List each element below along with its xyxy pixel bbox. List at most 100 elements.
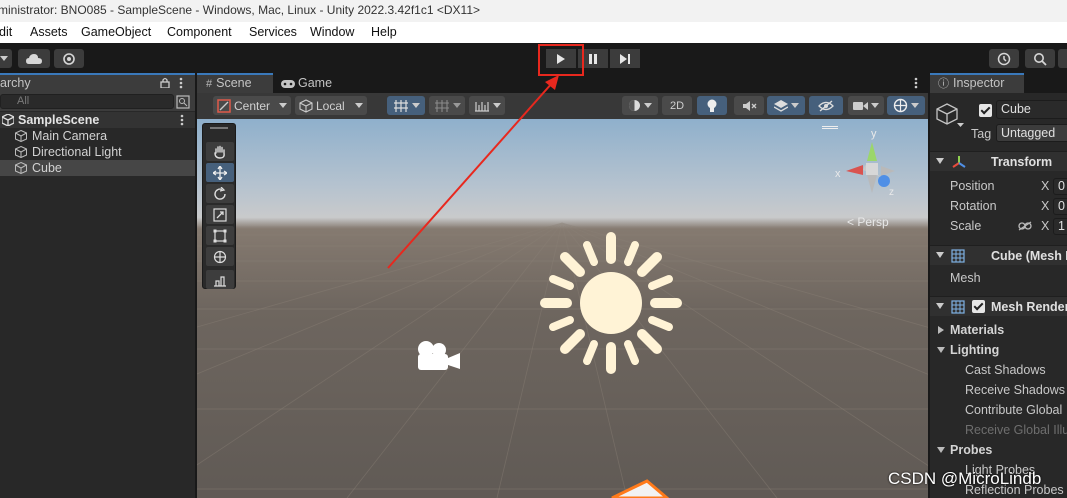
- scale-row: Scale X 1: [930, 216, 1067, 236]
- probes-label: Probes: [950, 443, 993, 457]
- main-camera-gizmo-icon[interactable]: [414, 338, 466, 374]
- panel-options-icon[interactable]: [914, 77, 918, 89]
- grid-snapping-toggle[interactable]: [387, 96, 425, 115]
- 2d-toggle[interactable]: 2D: [662, 96, 692, 115]
- custom-tool-button[interactable]: [206, 270, 234, 289]
- probes-foldout[interactable]: Probes: [930, 440, 1067, 460]
- receive-shadows-row[interactable]: Receive Shadows: [930, 380, 1067, 400]
- scene-viewport[interactable]: y x z < Persp: [197, 119, 928, 498]
- projection-label[interactable]: < Persp: [847, 215, 889, 229]
- pivot-mode-dropdown[interactable]: Center: [213, 96, 291, 115]
- collab-button[interactable]: [54, 49, 84, 68]
- chevron-down-icon: [937, 347, 945, 353]
- main-toolbar: [0, 43, 1067, 73]
- pause-button[interactable]: [578, 49, 608, 68]
- search-button[interactable]: [1025, 49, 1055, 68]
- step-button[interactable]: [610, 49, 640, 68]
- active-checkbox[interactable]: [979, 104, 992, 117]
- scale-tool-button[interactable]: [206, 205, 234, 224]
- directional-light-sun-icon[interactable]: [534, 226, 688, 380]
- scene-options-icon[interactable]: [180, 114, 184, 126]
- transform-tool-button[interactable]: [206, 247, 234, 266]
- rotate-tool-button[interactable]: [206, 184, 234, 203]
- chevron-down-icon: [911, 102, 919, 108]
- camera-settings-dropdown[interactable]: [848, 96, 884, 115]
- mesh-renderer-component-header[interactable]: Mesh Render: [930, 296, 1067, 316]
- draw-mode-dropdown[interactable]: [622, 96, 658, 115]
- menu-services[interactable]: Services: [249, 25, 297, 39]
- play-button[interactable]: [546, 49, 576, 68]
- contribute-gi-row[interactable]: Contribute Global: [930, 400, 1067, 420]
- menu-assets[interactable]: Assets: [30, 25, 68, 39]
- account-dropdown[interactable]: [0, 49, 12, 68]
- object-name-field[interactable]: Cube: [996, 100, 1067, 119]
- transform-component-header[interactable]: Transform: [930, 151, 1067, 171]
- cast-shadows-row[interactable]: Cast Shadows: [930, 360, 1067, 380]
- rect-transform-icon: [213, 229, 227, 242]
- orientation-gizmo[interactable]: y x z: [829, 125, 909, 207]
- rotation-x-field[interactable]: 0: [1053, 198, 1067, 215]
- scene-tabbar: # Scene Game: [197, 73, 928, 93]
- chevron-down-icon: [936, 252, 944, 258]
- step-icon: [620, 53, 630, 64]
- cloud-button[interactable]: [18, 49, 50, 68]
- transform-axes-icon: [952, 156, 966, 168]
- menu-edit[interactable]: dit: [0, 25, 12, 39]
- tab-inspector[interactable]: ⓘ Inspector: [930, 73, 1024, 93]
- scene-search-icon[interactable]: [176, 95, 190, 109]
- position-x-field[interactable]: 0: [1053, 178, 1067, 195]
- gizmos-dropdown[interactable]: [887, 96, 925, 115]
- hand-tool-button[interactable]: [206, 142, 234, 161]
- scene-root-row[interactable]: SampleScene: [0, 112, 195, 128]
- undo-history-button[interactable]: [989, 49, 1019, 68]
- pivot-rotation-label: Local: [316, 98, 345, 113]
- tab-scene[interactable]: # Scene: [197, 73, 273, 93]
- snap-settings-button[interactable]: [469, 96, 505, 115]
- scale-x-field[interactable]: 1: [1053, 218, 1067, 235]
- cube-mesh[interactable]: [611, 479, 670, 498]
- chevron-down-icon: [936, 158, 944, 164]
- hierarchy-item-label: Main Camera: [32, 129, 108, 143]
- lighting-foldout[interactable]: Lighting: [930, 340, 1067, 360]
- hierarchy-item-main-camera[interactable]: Main Camera: [0, 128, 195, 144]
- pause-icon: [589, 53, 597, 64]
- pivot-center-icon: [217, 98, 231, 113]
- layers-dropdown[interactable]: [1058, 49, 1067, 68]
- lock-icon[interactable]: [160, 77, 170, 88]
- hierarchy-search-input[interactable]: All: [0, 94, 174, 109]
- lightbulb-icon: [707, 99, 717, 112]
- menu-help[interactable]: Help: [371, 25, 397, 39]
- mesh-filter-component-header[interactable]: Cube (Mesh F: [930, 245, 1067, 265]
- chevron-down-icon: [452, 102, 461, 108]
- menu-bar: dit Assets GameObject Component Services…: [0, 22, 1067, 43]
- menu-component[interactable]: Component: [167, 25, 232, 39]
- ruler-icon: [474, 101, 489, 112]
- hierarchy-item-cube[interactable]: Cube: [0, 160, 195, 176]
- hidden-objects-toggle[interactable]: [809, 96, 843, 115]
- materials-foldout[interactable]: Materials: [930, 320, 1067, 340]
- menu-gameobject[interactable]: GameObject: [81, 25, 151, 39]
- hand-icon: [214, 145, 225, 159]
- tab-game[interactable]: Game: [281, 73, 351, 93]
- grid-snap-icon: [393, 99, 408, 112]
- effects-dropdown[interactable]: [767, 96, 805, 115]
- mesh-renderer-enabled-checkbox[interactable]: [972, 300, 985, 313]
- move-arrows-icon: [213, 165, 227, 180]
- object-name-value: Cube: [1001, 102, 1031, 116]
- move-tool-button[interactable]: [206, 163, 234, 182]
- hierarchy-item-directional-light[interactable]: Directional Light: [0, 144, 195, 160]
- tag-dropdown[interactable]: Untagged: [996, 124, 1067, 142]
- audio-toggle[interactable]: [734, 96, 764, 115]
- hierarchy-item-label: Cube: [32, 161, 62, 175]
- menu-window[interactable]: Window: [310, 25, 354, 39]
- drag-handle[interactable]: [210, 127, 228, 129]
- object-cube-icon[interactable]: [936, 103, 958, 125]
- rect-tool-button[interactable]: [206, 226, 234, 245]
- more-options-icon[interactable]: [179, 77, 183, 89]
- pivot-rotation-dropdown[interactable]: Local: [295, 96, 367, 115]
- rotation-label: Rotation: [950, 199, 997, 213]
- lighting-toggle[interactable]: [697, 96, 727, 115]
- increment-snap-toggle[interactable]: [429, 96, 465, 115]
- link-scale-icon[interactable]: [1018, 221, 1032, 231]
- info-icon: ⓘ: [938, 78, 949, 90]
